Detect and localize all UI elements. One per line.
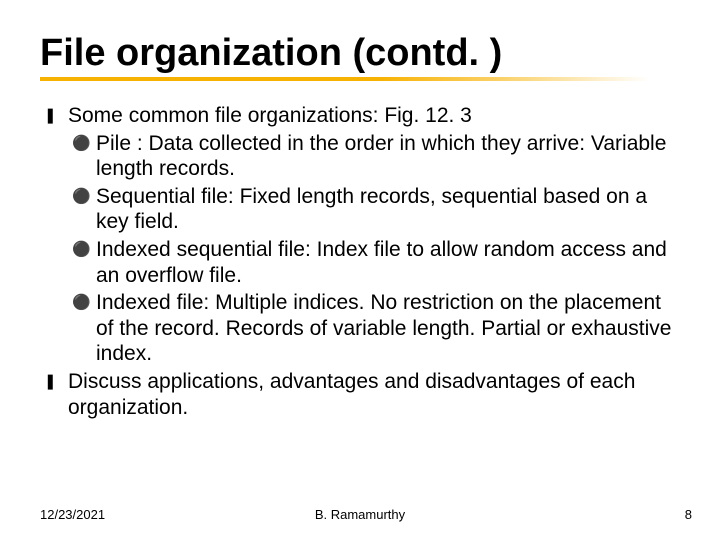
bullet-level2: ⚫ Pile : Data collected in the order in … <box>40 131 680 182</box>
dot-bullet-icon: ⚫ <box>72 135 91 153</box>
title-underline <box>40 77 650 81</box>
slide: File organization (contd. ) ❚ Some commo… <box>0 0 720 540</box>
bullet-text: Sequential file: Fixed length records, s… <box>96 185 647 234</box>
square-bullet-icon: ❚ <box>44 373 57 391</box>
bullet-level2: ⚫ Indexed file: Multiple indices. No res… <box>40 290 680 367</box>
slide-title: File organization (contd. ) <box>40 32 680 75</box>
bullet-text: Discuss applications, advantages and dis… <box>68 370 635 419</box>
footer-author: B. Ramamurthy <box>0 507 720 522</box>
dot-bullet-icon: ⚫ <box>72 294 91 312</box>
bullet-level1: ❚ Discuss applications, advantages and d… <box>40 369 680 420</box>
slide-body: ❚ Some common file organizations: Fig. 1… <box>40 103 680 420</box>
bullet-level2: ⚫ Indexed sequential file: Index file to… <box>40 237 680 288</box>
bullet-text: Indexed sequential file: Index file to a… <box>96 238 667 287</box>
bullet-level2: ⚫ Sequential file: Fixed length records,… <box>40 184 680 235</box>
bullet-text: Pile : Data collected in the order in wh… <box>96 132 666 181</box>
bullet-level1: ❚ Some common file organizations: Fig. 1… <box>40 103 680 129</box>
square-bullet-icon: ❚ <box>44 107 57 125</box>
dot-bullet-icon: ⚫ <box>72 188 91 206</box>
footer-page: 8 <box>685 507 692 522</box>
bullet-text: Indexed file: Multiple indices. No restr… <box>96 291 671 365</box>
dot-bullet-icon: ⚫ <box>72 241 91 259</box>
bullet-text: Some common file organizations: Fig. 12.… <box>68 104 472 127</box>
